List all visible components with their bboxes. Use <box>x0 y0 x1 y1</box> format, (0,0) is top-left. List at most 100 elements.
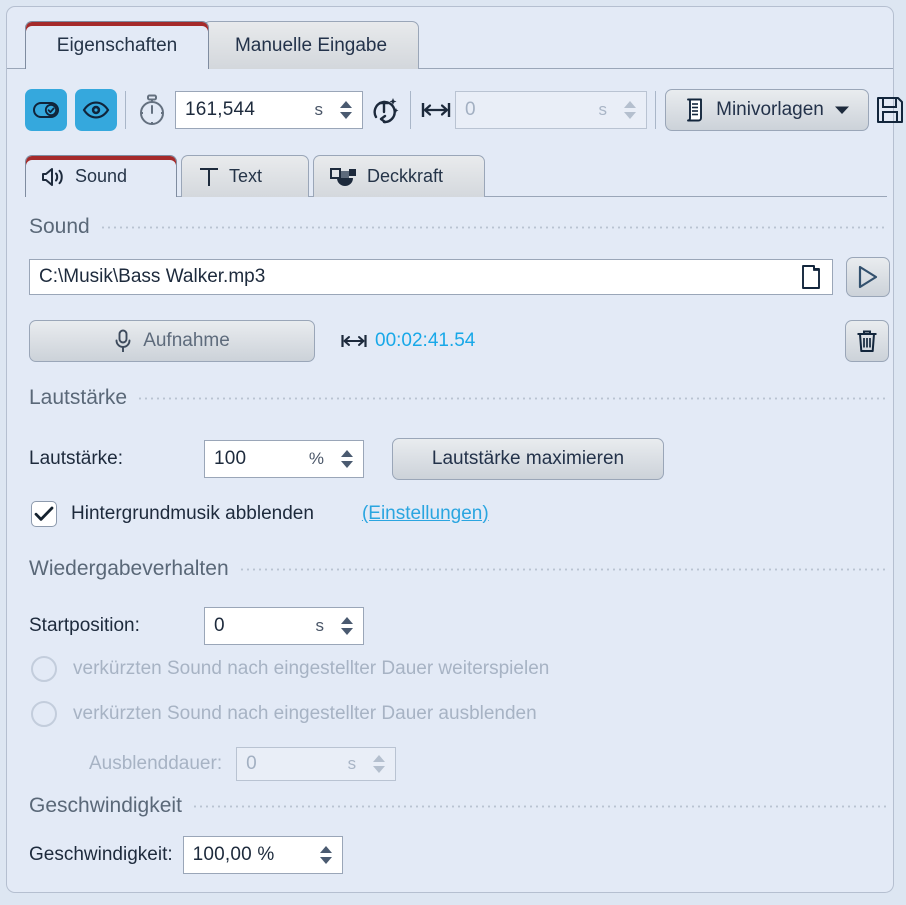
opacity-icon <box>330 166 358 188</box>
delay-value[interactable]: 0 <box>456 99 599 121</box>
tab-manuelle-eingabe[interactable]: Manuelle Eingabe <box>203 21 419 69</box>
fade-settings-link[interactable]: (Einstellungen) <box>362 503 489 525</box>
speed-row: Geschwindigkeit: 100,00 % <box>29 836 343 874</box>
sound-duration-value: 00:02:41.54 <box>375 330 475 352</box>
properties-toolbar: 161,544 s <box>25 85 887 135</box>
auto-duration-icon[interactable] <box>368 93 402 127</box>
delay-step-up-icon[interactable] <box>624 101 636 108</box>
fade-background-checkbox[interactable] <box>31 501 57 527</box>
toggle-switch-check-icon <box>33 101 59 119</box>
startposition-row: Startposition: 0 s <box>29 607 364 645</box>
speed-value[interactable]: 100,00 % <box>184 844 315 866</box>
sound-file-input[interactable]: C:\Musik\Bass Walker.mp3 <box>29 259 833 295</box>
speed-step-down-icon[interactable] <box>320 857 332 864</box>
duration-value[interactable]: 161,544 <box>176 99 315 121</box>
speaker-icon <box>42 167 66 187</box>
record-button-label: Aufnahme <box>143 330 230 352</box>
stopwatch-icon <box>135 93 169 127</box>
startposition-stepper[interactable] <box>336 617 363 635</box>
volume-spinner[interactable]: 100 % <box>204 440 364 478</box>
startposition-step-down-icon[interactable] <box>341 628 353 635</box>
properties-panel: Eigenschaften Manuelle Eingabe <box>6 6 894 893</box>
tab-manuelle-eingabe-label: Manuelle Eingabe <box>235 35 387 57</box>
fade-background-label: Hintergrundmusik abblenden <box>71 503 314 525</box>
section-sound-label: Sound <box>29 215 90 239</box>
delay-unit: s <box>599 100 620 120</box>
volume-unit: % <box>309 449 336 469</box>
volume-value[interactable]: 100 <box>205 448 309 470</box>
fadeduration-step-down-icon <box>373 766 385 773</box>
duration-step-down-icon[interactable] <box>340 112 352 119</box>
delay-spinner[interactable]: 0 s <box>455 91 647 129</box>
toggle-visibility-button[interactable] <box>75 89 117 131</box>
volume-step-down-icon[interactable] <box>341 461 353 468</box>
maximize-volume-button[interactable]: Lautstärke maximieren <box>392 438 664 480</box>
startposition-label: Startposition: <box>29 615 204 637</box>
sound-file-row: C:\Musik\Bass Walker.mp3 <box>29 257 890 297</box>
volume-row: Lautstärke: 100 % Lautstärke maximieren <box>29 438 664 480</box>
save-button[interactable] <box>873 91 906 129</box>
toolbar-separator-1 <box>125 91 126 129</box>
speed-step-up-icon[interactable] <box>320 846 332 853</box>
section-speed: Geschwindigkeit <box>29 794 887 818</box>
speed-label: Geschwindigkeit: <box>29 844 173 866</box>
record-button[interactable]: Aufnahme <box>29 320 315 362</box>
section-volume: Lautstärke <box>29 386 887 410</box>
section-volume-divider <box>137 397 887 400</box>
fade-background-row: Hintergrundmusik abblenden (Einstellunge… <box>31 501 489 527</box>
microphone-icon <box>114 329 132 353</box>
toolbar-separator-2 <box>410 91 411 129</box>
fadeduration-unit: s <box>348 754 369 774</box>
radio-fadeout-label: verkürzten Sound nach eingestellter Daue… <box>73 703 537 725</box>
minivorlagen-button[interactable]: Minivorlagen <box>665 89 869 131</box>
template-icon <box>684 98 706 122</box>
section-speed-label: Geschwindigkeit <box>29 794 182 818</box>
radio-continue-button <box>31 656 57 682</box>
chevron-down-icon <box>834 105 850 115</box>
eye-icon <box>82 101 110 119</box>
volume-stepper[interactable] <box>336 450 363 468</box>
sound-record-row: Aufnahme 00:02:41.54 <box>29 320 475 362</box>
delay-step-down-icon[interactable] <box>624 112 636 119</box>
tab-sound-label: Sound <box>75 166 127 187</box>
volume-label: Lautstärke: <box>29 448 204 470</box>
fadeduration-stepper <box>368 755 395 773</box>
fadeduration-label: Ausblenddauer: <box>89 753 222 775</box>
startposition-spinner[interactable]: 0 s <box>204 607 364 645</box>
folder-icon[interactable] <box>800 264 832 290</box>
section-volume-label: Lautstärke <box>29 386 127 410</box>
sound-file-value[interactable]: C:\Musik\Bass Walker.mp3 <box>39 266 800 288</box>
startposition-unit: s <box>316 616 337 636</box>
duration-spinner[interactable]: 161,544 s <box>175 91 363 129</box>
section-playback: Wiedergabeverhalten <box>29 557 887 581</box>
speed-spinner[interactable]: 100,00 % <box>183 836 343 874</box>
tab-eigenschaften[interactable]: Eigenschaften <box>25 21 209 69</box>
duration-step-up-icon[interactable] <box>340 101 352 108</box>
play-button[interactable] <box>846 257 890 297</box>
toggle-object-button[interactable] <box>25 89 67 131</box>
delete-sound-button[interactable] <box>845 320 889 362</box>
text-t-icon <box>198 166 220 188</box>
section-playback-label: Wiedergabeverhalten <box>29 557 229 581</box>
duration-stepper[interactable] <box>335 101 362 119</box>
sub-tabstrip: Sound Text Deckkraft <box>25 155 887 197</box>
radio-fadeout-row: verkürzten Sound nach eingestellter Daue… <box>31 701 537 727</box>
maximize-volume-label: Lautstärke maximieren <box>432 448 624 470</box>
fadeduration-value: 0 <box>237 753 348 775</box>
tab-deckkraft[interactable]: Deckkraft <box>313 155 485 197</box>
section-speed-divider <box>192 805 887 808</box>
radio-fadeout-button <box>31 701 57 727</box>
radio-continue-row: verkürzten Sound nach eingestellter Daue… <box>31 656 549 682</box>
duration-span-small-icon <box>341 332 367 350</box>
section-playback-divider <box>239 568 887 571</box>
delay-stepper[interactable] <box>619 101 646 119</box>
tab-sound[interactable]: Sound <box>25 155 177 197</box>
startposition-value[interactable]: 0 <box>205 615 316 637</box>
startposition-step-up-icon[interactable] <box>341 617 353 624</box>
fadeduration-step-up-icon <box>373 755 385 762</box>
tab-text[interactable]: Text <box>181 155 309 197</box>
tab-text-label: Text <box>229 166 262 187</box>
volume-step-up-icon[interactable] <box>341 450 353 457</box>
speed-stepper[interactable] <box>315 846 342 864</box>
duration-span-icon <box>419 93 453 127</box>
